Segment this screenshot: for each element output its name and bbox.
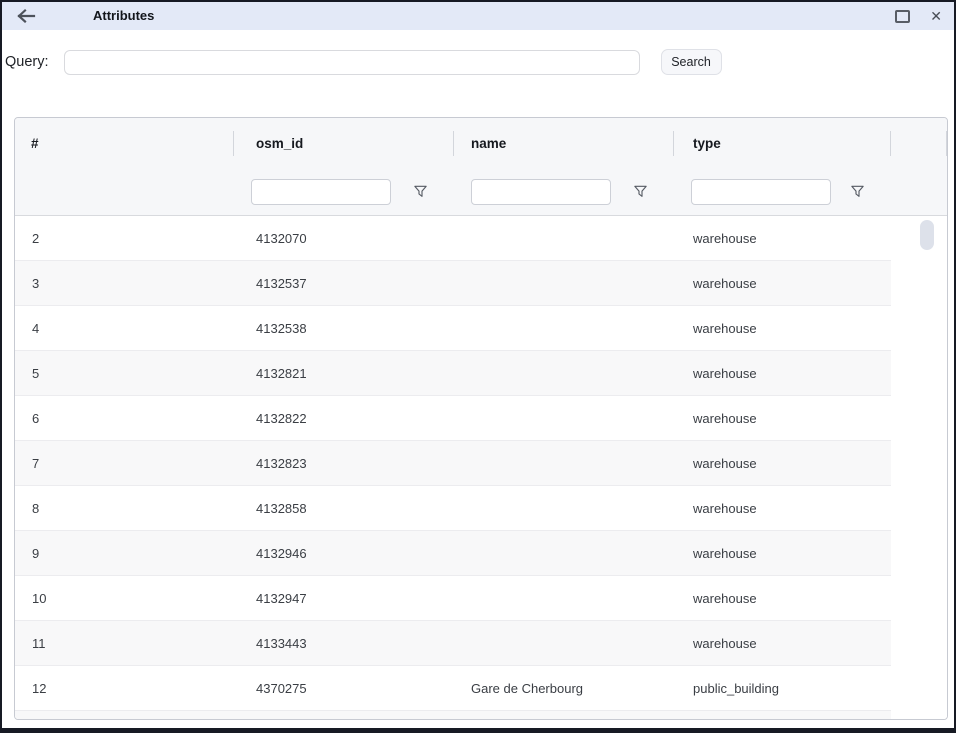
column-header-name[interactable]: name [454, 118, 674, 168]
filter-cell-spacer [891, 168, 947, 215]
column-header-type[interactable]: type [674, 118, 891, 168]
table-rows: 2 4132070 warehouse 3 4132537 warehouse … [15, 216, 947, 711]
cell-type: warehouse [674, 231, 891, 246]
table-row[interactable]: 4 4132538 warehouse [15, 306, 891, 351]
maximize-icon[interactable] [895, 10, 910, 23]
back-button[interactable] [14, 5, 38, 27]
cell-type: public_building [674, 681, 891, 696]
table-row[interactable]: 3 4132537 warehouse [15, 261, 891, 306]
cell-index: 8 [15, 501, 234, 516]
cell-type: warehouse [674, 411, 891, 426]
filter-row [15, 168, 947, 215]
table-row[interactable]: 9 4132946 warehouse [15, 531, 891, 576]
cell-index: 2 [15, 231, 234, 246]
cell-index: 11 [15, 636, 234, 651]
filter-cell-index [15, 168, 234, 215]
query-input[interactable] [64, 50, 640, 75]
cell-index: 12 [15, 681, 234, 696]
partial-row [15, 711, 891, 719]
cell-type: warehouse [674, 276, 891, 291]
cell-osm-id: 4132947 [234, 591, 454, 606]
cell-index: 3 [15, 276, 234, 291]
cell-osm-id: 4132946 [234, 546, 454, 561]
cell-osm-id: 4132538 [234, 321, 454, 336]
window-title: Attributes [93, 8, 154, 23]
filter-cell-osm-id [234, 168, 454, 215]
table-row[interactable]: 11 4133443 warehouse [15, 621, 891, 666]
query-bar: Query: Search [5, 48, 722, 76]
cell-name: Gare de Cherbourg [454, 681, 674, 696]
cell-osm-id: 4132537 [234, 276, 454, 291]
cell-type: warehouse [674, 591, 891, 606]
cell-index: 10 [15, 591, 234, 606]
titlebar: Attributes ✕ [2, 2, 954, 30]
attributes-window: Attributes ✕ Query: Search # osm_id name… [0, 0, 956, 733]
table-row[interactable]: 5 4132821 warehouse [15, 351, 891, 396]
cell-index: 7 [15, 456, 234, 471]
filter-input-name[interactable] [471, 179, 611, 205]
table-row[interactable]: 7 4132823 warehouse [15, 441, 891, 486]
query-label: Query: [5, 54, 49, 70]
table-header: # osm_id name type [15, 118, 947, 216]
cell-index: 6 [15, 411, 234, 426]
header-row: # osm_id name type [15, 118, 947, 168]
table-body: 2 4132070 warehouse 3 4132537 warehouse … [15, 216, 947, 719]
table-row[interactable]: 6 4132822 warehouse [15, 396, 891, 441]
cell-type: warehouse [674, 546, 891, 561]
cell-osm-id: 4132070 [234, 231, 454, 246]
cell-osm-id: 4132823 [234, 456, 454, 471]
cell-osm-id: 4132858 [234, 501, 454, 516]
cell-index: 4 [15, 321, 234, 336]
filter-cell-type [674, 168, 891, 215]
cell-type: warehouse [674, 366, 891, 381]
cell-type: warehouse [674, 321, 891, 336]
close-icon[interactable]: ✕ [928, 7, 944, 25]
cell-index: 5 [15, 366, 234, 381]
back-arrow-icon [17, 9, 36, 23]
cell-osm-id: 4133443 [234, 636, 454, 651]
column-header-spacer [891, 118, 947, 168]
cell-osm-id: 4370275 [234, 681, 454, 696]
search-button[interactable]: Search [661, 49, 722, 75]
filter-input-type[interactable] [691, 179, 831, 205]
cell-type: warehouse [674, 501, 891, 516]
column-header-index[interactable]: # [15, 118, 234, 168]
filter-cell-name [454, 168, 674, 215]
cell-type: warehouse [674, 636, 891, 651]
filter-funnel-icon-osm-id[interactable] [411, 183, 429, 201]
filter-funnel-icon-type[interactable] [848, 183, 866, 201]
filter-funnel-icon-name[interactable] [631, 183, 649, 201]
attributes-table: # osm_id name type [14, 117, 948, 720]
cell-type: warehouse [674, 456, 891, 471]
table-row[interactable]: 8 4132858 warehouse [15, 486, 891, 531]
cell-index: 9 [15, 546, 234, 561]
cell-osm-id: 4132821 [234, 366, 454, 381]
window-controls: ✕ [895, 2, 944, 30]
table-row[interactable]: 2 4132070 warehouse [15, 216, 891, 261]
table-row[interactable]: 12 4370275 Gare de Cherbourg public_buil… [15, 666, 891, 711]
filter-input-osm-id[interactable] [251, 179, 391, 205]
column-header-osm-id[interactable]: osm_id [234, 118, 454, 168]
vertical-scrollbar-thumb[interactable] [920, 220, 934, 250]
cell-osm-id: 4132822 [234, 411, 454, 426]
table-row[interactable]: 10 4132947 warehouse [15, 576, 891, 621]
